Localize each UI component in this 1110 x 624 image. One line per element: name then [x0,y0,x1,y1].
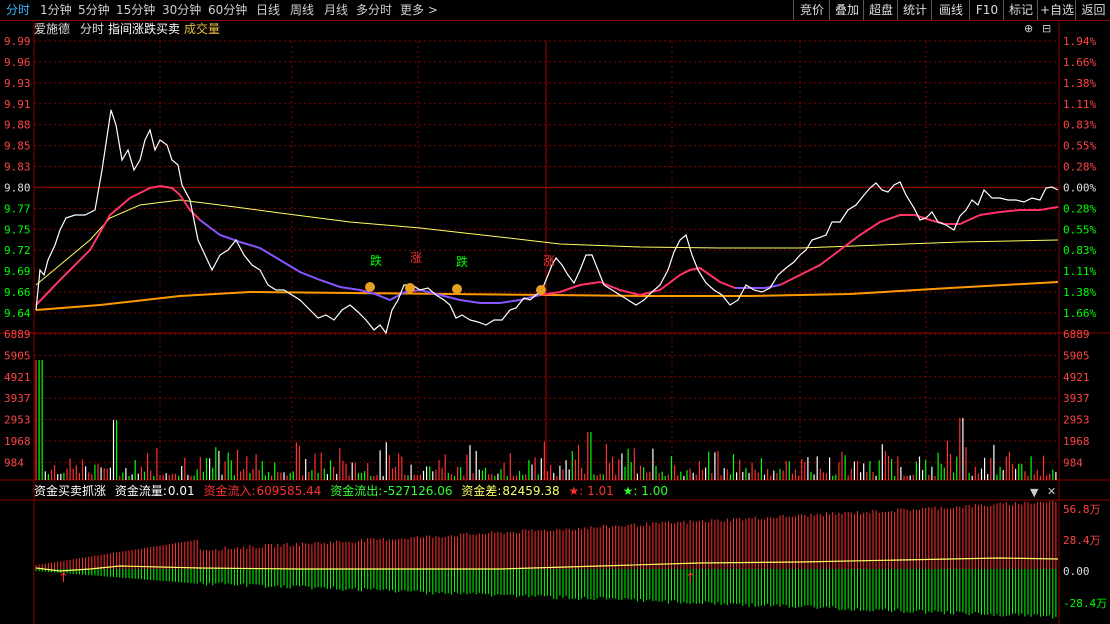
zoom-in-icon[interactable]: ⊕ [1024,22,1033,35]
volume-tick: 3937 [4,392,31,405]
fund-flow-label: 资金流量: [114,484,167,498]
percent-tick: 0.55% [1063,140,1096,153]
fund-flow-axis: 56.8万 28.4万 0.00 -28.4万 [1063,503,1107,610]
ma-up-segment [35,184,201,306]
price-axis-left: 9.99 9.96 9.93 9.91 9.88 9.85 9.83 9.80 9.77 9.75… [4,35,31,320]
intraday-chart[interactable]: 9.99 9.96 9.93 9.91 9.88 9.85 9.83 9.80 9.77 9.75… [0,0,1110,624]
fund-flow-info: 资金买卖抓涨 资金流量:0.01 资金流入:609585.44 资金流出:-52… [34,483,673,499]
signal-label: 涨 [410,250,422,265]
fund-axis-tick: 0.00 [1063,565,1090,578]
moving-average-line [35,281,1059,311]
fund-out-value: -527126.06 [383,484,453,498]
price-tick: 9.99 [4,35,31,48]
signal-markers: 跌涨跌涨 [365,250,555,295]
fund-axis-tick: 28.4万 [1063,534,1101,547]
price-line [35,109,1059,335]
volume-tick: 5905 [1063,349,1090,362]
percent-tick: 1.38% [1063,286,1096,299]
toggle-panel-icon[interactable]: ⊟ [1042,22,1051,35]
money-bag-icon [365,282,375,292]
fund-out-label: 资金流出: [330,484,383,498]
percent-tick: 1.11% [1063,98,1096,111]
price-tick: 9.80 [4,181,31,194]
volume-axis-left: 6889 5905 4921 3937 2953 1968 984 [4,328,31,469]
red-star-indicator: ★: 1.01 [568,484,614,498]
volume-tick: 3937 [1063,392,1090,405]
volume-tick: 1968 [4,435,31,448]
chart-grid [0,20,1110,624]
percent-tick: 0.83% [1063,119,1096,132]
volume-tick: 984 [4,456,24,469]
up-arrow-icon: ↑ [685,571,696,586]
volume-tick: 6889 [1063,328,1090,341]
dropdown-icon[interactable]: ▼ [1030,486,1038,499]
fund-in-label: 资金流入: [203,484,256,498]
signal-label: 跌 [456,254,468,269]
up-arrow-icon: ↑ [58,571,69,586]
fund-in-value: 609585.44 [256,484,322,498]
price-tick: 9.64 [4,307,31,320]
volume-axis-right: 6889 5905 4921 3937 2953 1968 984 [1063,328,1090,469]
signal-label: 跌 [370,253,382,268]
volume-tick: 1968 [1063,435,1090,448]
close-icon[interactable]: ✕ [1047,485,1056,498]
volume-tick: 6889 [4,328,31,341]
fund-flow-bars: ↑ ↑ [35,500,1059,619]
price-tick: 9.83 [4,161,31,174]
price-tick: 9.93 [4,77,31,90]
signal-label: 涨 [543,253,555,268]
fund-diff-value: 82459.38 [502,484,560,498]
price-tick: 9.72 [4,244,31,257]
percent-tick: 0.00% [1063,181,1096,194]
percent-tick: 0.83% [1063,244,1096,257]
money-bag-icon [405,283,415,293]
price-tick: 9.66 [4,286,31,299]
money-bag-icon [452,284,462,294]
price-tick: 9.75 [4,223,31,236]
percent-tick: 1.66% [1063,56,1096,69]
price-lines [35,109,1059,335]
price-tick: 9.85 [4,140,31,153]
volume-tick: 4921 [4,371,31,384]
volume-tick: 5905 [4,349,31,362]
percent-tick: 1.66% [1063,307,1096,320]
percent-tick: 1.38% [1063,77,1096,90]
percent-tick: 0.28% [1063,161,1096,174]
price-tick: 9.69 [4,265,31,278]
volume-tick: 4921 [1063,371,1090,384]
price-tick: 9.77 [4,202,31,215]
fund-diff-label: 资金差: [461,484,502,498]
volume-tick: 2953 [1063,414,1090,427]
price-tick: 9.88 [4,119,31,132]
volume-tick: 984 [1063,456,1083,469]
price-tick: 9.96 [4,56,31,69]
percent-axis-right: 1.94% 1.66% 1.38% 1.11% 0.83% 0.55% 0.28% 0.00%… [1063,35,1096,320]
average-price-line [35,199,1059,286]
green-star-indicator: ★: 1.00 [622,484,668,498]
price-tick: 9.91 [4,98,31,111]
percent-tick: 0.28% [1063,202,1096,215]
fund-axis-tick: -28.4万 [1063,597,1107,610]
fund-title: 资金买卖抓涨 [34,484,107,498]
fund-axis-tick: 56.8万 [1063,503,1101,516]
money-bag-icon [536,285,546,295]
volume-tick: 2953 [4,414,31,427]
percent-tick: 0.55% [1063,223,1096,236]
percent-tick: 1.94% [1063,35,1096,48]
percent-tick: 1.11% [1063,265,1096,278]
fund-flow-value: 0.01 [167,484,195,498]
ma-down-segment [735,284,781,289]
